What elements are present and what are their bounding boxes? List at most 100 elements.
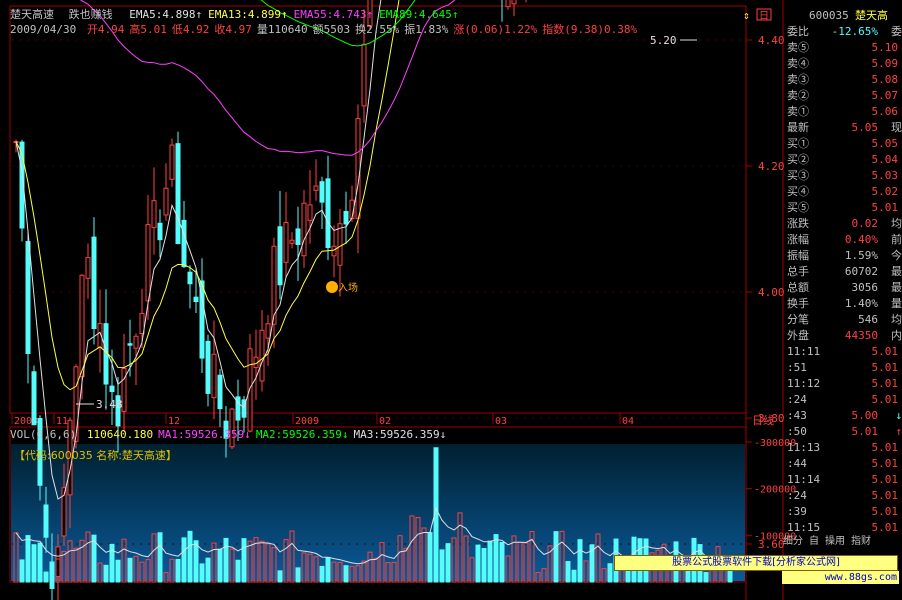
tick-row-11[interactable]: :39 5.01 [783,504,902,520]
volume-label: VOL(6,6,6) [10,428,77,441]
candle [217,374,223,410]
stat-row-5[interactable]: 总额 3056 最 [783,280,902,296]
sell-row-1[interactable]: 卖① 5.06 [783,104,902,120]
tick-row-2[interactable]: :51 5.01 [783,360,902,376]
volume-bar [25,535,31,583]
tick-row-9[interactable]: 11:14 5.01 [783,472,902,488]
tick-row-1[interactable]: 11:11 5.01 [783,344,902,360]
stat-row-5-extra: 最 [891,281,902,294]
latest-row-extra: 现 [891,121,902,134]
stat-row-5-label: 总额 [787,281,809,294]
panel-title: 600035 楚天高 [783,8,902,24]
ema-value-3: EMA55:4.743↑ [293,8,374,21]
tick-row-3-value: 5.01 [871,377,899,390]
buy-row-2[interactable]: 买② 5.04 [783,152,902,168]
ad-banner-url[interactable]: www.88gs.com [782,571,899,584]
latest-row-label: 最新 [787,121,809,134]
quote-panel: 600035 楚天高 委比 -12.65% 委卖⑤ 5.10 卖④ 5.09 卖③ 5.08 卖② 5… [783,8,902,600]
volume-bar [217,548,223,583]
weibi-row[interactable]: 委比 -12.65% 委 [783,24,902,40]
candle [163,187,169,216]
sell-row-4-value: 5.09 [871,57,899,70]
tick-row-6-extra: ↑ [895,425,902,438]
candle [25,241,31,354]
tick-row-10[interactable]: :24 5.01 [783,488,902,504]
period-label: 日线 [752,413,774,427]
quote-line: 2009/04/30 开4.94 高5.01 低4.92 收4.97 量110640 额5… [10,24,637,36]
buy-row-4[interactable]: 买④ 5.02 [783,184,902,200]
tick-row-7[interactable]: 11:13 5.01 [783,440,902,456]
high-label: 5.20 [650,34,677,47]
waipan-row[interactable]: 外盘 44350 内 [783,328,902,344]
volume-bar [19,559,25,583]
stat-row-7-value: 546 [858,313,878,326]
candle [343,210,349,225]
volume-bar [427,532,433,583]
stat-row-6[interactable]: 换手 1.40% 量 [783,296,902,312]
stat-row-1-label: 涨跌 [787,217,809,230]
volume-bar [43,571,49,583]
latest-row-value: 5.05 [851,121,879,134]
volume-bar [481,547,487,583]
tick-row-4[interactable]: :24 5.01 [783,392,902,408]
volume-bar [553,531,559,583]
stat-row-3[interactable]: 振幅 1.59% 今 [783,248,902,264]
tick-row-3[interactable]: 11:12 5.01 [783,376,902,392]
stat-row-6-extra: 量 [891,297,902,310]
candle [133,335,139,349]
stat-row-6-label: 换手 [787,297,809,310]
stat-row-6-value: 1.40% [844,297,878,310]
volume-value-3: MA2:59526.359↓ [255,428,349,441]
waipan-row-label: 外盘 [787,329,809,342]
tick-row-8-value: 5.01 [871,457,899,470]
sell-row-2[interactable]: 卖② 5.07 [783,88,902,104]
sell-row-3[interactable]: 卖③ 5.08 [783,72,902,88]
stat-row-1[interactable]: 涨跌 0.02 均 [783,216,902,232]
candle [151,200,157,228]
buy-row-1-value: 5.05 [871,137,899,150]
tick-row-3-label: 11:12 [787,377,821,390]
candle [55,546,61,577]
volume-bar [199,563,205,583]
price-panel-frame [9,5,747,414]
buy-row-1[interactable]: 买① 5.05 [783,136,902,152]
tick-row-5[interactable]: :43 5.00 ↓ [783,408,902,424]
sell-row-1-value: 5.06 [871,105,899,118]
stat-row-3-extra: 今 [891,249,902,262]
tick-row-6[interactable]: :50 5.01 ↑ [783,424,902,440]
tick-row-9-label: 11:14 [787,473,821,486]
buy-row-5[interactable]: 买⑤ 5.01 [783,200,902,216]
stat-row-7[interactable]: 分笔 546 均 [783,312,902,328]
date-label-5: 02 [379,416,391,427]
candle [283,221,289,263]
volume-bar [607,563,613,583]
sell-row-4[interactable]: 卖④ 5.09 [783,56,902,72]
sell-row-5[interactable]: 卖⑤ 5.10 [783,40,902,56]
quote-field-6: 额5503 [312,23,351,36]
candle [181,219,187,268]
candle [511,0,517,5]
volume-bar [445,543,451,583]
entry-marker-label: 入场 [338,281,358,294]
volume-value-1: 110640.180 [86,428,154,441]
stat-row-2[interactable]: 涨幅 0.40% 前 [783,232,902,248]
stat-row-2-label: 涨幅 [787,233,809,246]
stat-row-3-value: 1.59% [844,249,878,262]
buy-row-4-label: 买④ [787,185,809,198]
latest-row[interactable]: 最新 5.05 现 [783,120,902,136]
tick-row-10-value: 5.01 [871,489,899,502]
ad-banner[interactable]: 股票公式股票软件下载[分析家公式网] [614,555,898,571]
candle [91,236,97,330]
panel-footer-tabs[interactable]: 细分 自 操用 指财 [783,534,902,550]
tick-row-6-label: :50 [787,425,807,438]
kline-chart[interactable]: 5.004.804.604.404.204.003.803.60⇕日5.0520… [0,0,902,600]
volume-bar [157,532,163,583]
tick-row-8[interactable]: :44 5.01 [783,456,902,472]
tick-row-4-value: 5.01 [871,393,899,406]
stat-row-4[interactable]: 总手 60702 最 [783,264,902,280]
candle [145,224,151,302]
buy-row-3[interactable]: 买③ 5.03 [783,168,902,184]
tick-row-7-label: 11:13 [787,441,821,454]
candle [205,340,211,394]
price-tick-6: 4.00 [758,286,785,299]
